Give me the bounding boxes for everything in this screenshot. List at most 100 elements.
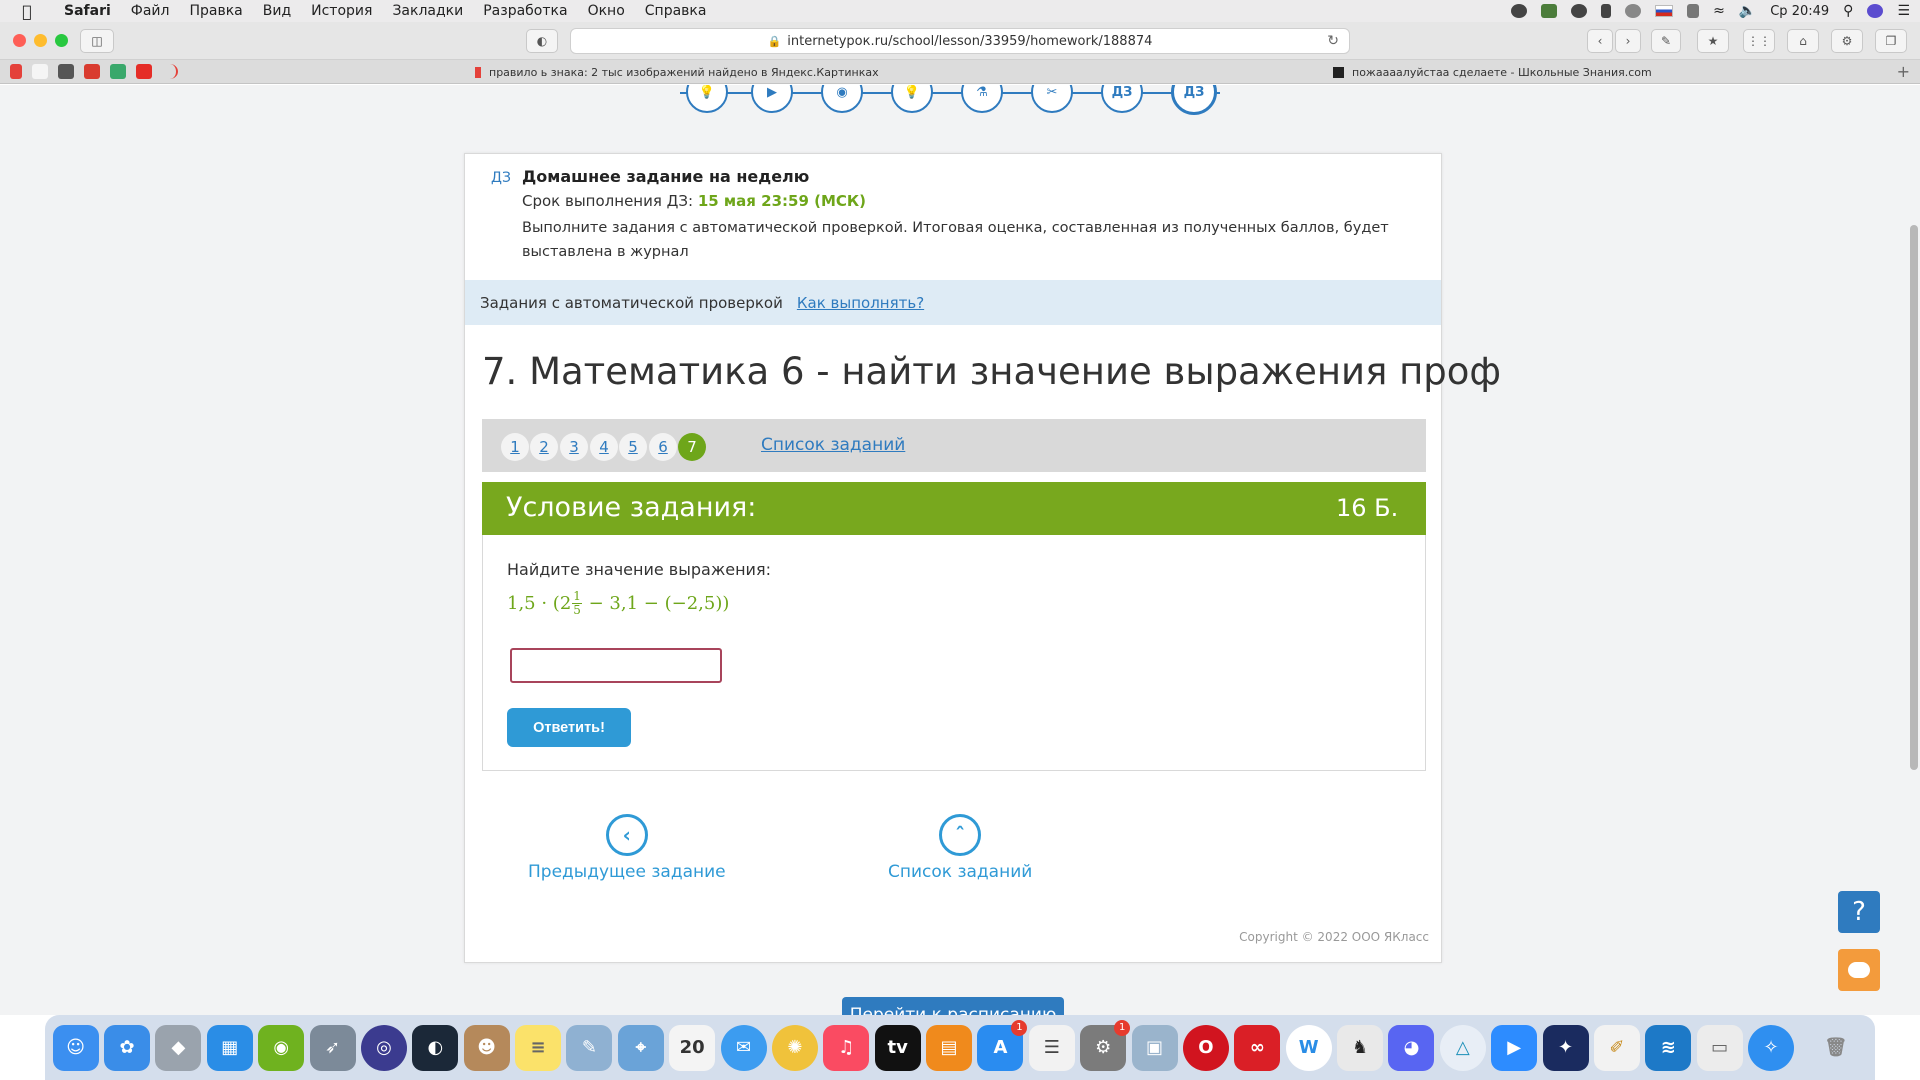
status-app-icon[interactable] (1511, 4, 1528, 18)
menu-window[interactable]: Окно (578, 3, 635, 19)
roblox-favorite-icon[interactable] (58, 64, 74, 79)
zoom-icon[interactable]: ▶ (1491, 1024, 1538, 1071)
preview-icon[interactable]: ✎ (566, 1024, 613, 1071)
roblox-icon[interactable]: ◆ (155, 1024, 202, 1071)
creative-cloud-icon[interactable]: ∞ (1234, 1024, 1281, 1071)
tab-znania[interactable]: пожаааалуйстаа сделаете - Школьные Знани… (1333, 60, 1652, 84)
reminders-icon[interactable]: ☰ (1028, 1024, 1075, 1071)
opera-icon[interactable]: O (1182, 1024, 1229, 1071)
trash-icon[interactable]: 🗑 (1813, 1025, 1859, 1071)
control-center-icon[interactable]: ☰ (1897, 3, 1910, 19)
minimize-window-icon[interactable] (34, 34, 47, 47)
wave-app-icon[interactable]: ≋ (1645, 1024, 1692, 1071)
previous-task-link[interactable]: ‹ Предыдущее задание (528, 814, 726, 882)
docs-favorite-icon[interactable] (110, 64, 126, 79)
arc-favorite-icon[interactable] (162, 64, 178, 79)
apple-menu-icon[interactable]:  (0, 2, 54, 21)
alpaca-app-icon[interactable]: ♞ (1337, 1024, 1384, 1071)
gmail-favorite-icon[interactable] (84, 64, 100, 79)
address-bar[interactable]: 🔒 internetурок.ru/school/lesson/33959/ho… (570, 28, 1350, 54)
status-sync-icon[interactable] (1541, 4, 1558, 18)
notes-icon[interactable]: ≡ (515, 1024, 562, 1071)
game-app-icon[interactable]: ✦ (1542, 1024, 1589, 1071)
task-nav-2[interactable]: 2 (530, 433, 558, 461)
yandex-favorite-icon[interactable] (10, 64, 22, 79)
miro-icon[interactable]: ✿ (104, 1024, 151, 1071)
spotlight-search-icon[interactable]: ⚲ (1843, 3, 1853, 19)
settings-gear-icon[interactable]: ⚙ (1831, 29, 1863, 53)
stepper-homework-2-active[interactable]: ДЗ (1171, 85, 1217, 115)
apple-tv-icon[interactable]: tv (874, 1024, 921, 1071)
stepper-video-icon[interactable]: ▶ (751, 85, 793, 113)
page-scrollbar[interactable] (1910, 225, 1918, 770)
droplet-app-icon[interactable]: △ (1439, 1024, 1486, 1071)
bluetooth-icon[interactable] (1687, 4, 1700, 18)
menu-bookmarks[interactable]: Закладки (382, 3, 473, 19)
tabs-overview-icon[interactable]: ❐ (1875, 29, 1907, 53)
siri-icon[interactable] (1867, 4, 1884, 18)
home-icon[interactable]: ⌂ (1787, 29, 1819, 53)
menu-app-name[interactable]: Safari (54, 3, 121, 19)
system-preferences-icon[interactable]: ⚙ 1 (1080, 1019, 1131, 1071)
keyboard-layout-flag-icon[interactable] (1655, 5, 1674, 17)
menu-file[interactable]: Файл (121, 3, 180, 19)
how-to-complete-link[interactable]: Как выполнять? (797, 294, 924, 312)
app-store-icon[interactable]: A1 (977, 1019, 1028, 1071)
stepper-tools-icon[interactable]: ✂ (1031, 85, 1073, 113)
wifi-icon[interactable]: ≈ (1713, 3, 1725, 19)
go-to-schedule-button[interactable]: Перейти к расписанию (842, 997, 1064, 1015)
word-app-icon[interactable]: W (1285, 1024, 1332, 1071)
volume-icon[interactable]: 🔈 (1739, 3, 1756, 19)
menu-view[interactable]: Вид (253, 3, 301, 19)
back-icon[interactable]: ‹ (1587, 29, 1613, 53)
menu-edit[interactable]: Правка (179, 3, 252, 19)
menu-help[interactable]: Справка (635, 3, 717, 19)
maps-icon[interactable]: ⌖ (617, 1024, 664, 1071)
privacy-shield-icon[interactable]: ◐ (526, 29, 558, 53)
menu-history[interactable]: История (301, 3, 382, 19)
new-tab-plus-icon[interactable]: + (1897, 62, 1910, 81)
reload-icon[interactable]: ↻ (1327, 33, 1339, 49)
finder-icon[interactable]: ☺ (52, 1024, 99, 1071)
image-capture-icon[interactable]: ▣ (1131, 1024, 1178, 1071)
forward-icon[interactable]: › (1615, 29, 1641, 53)
music-icon[interactable]: ♫ (823, 1024, 870, 1071)
sidebar-toggle-icon[interactable]: ◫ (80, 29, 114, 53)
contacts-icon[interactable]: ☻ (463, 1024, 510, 1071)
zoom-window-icon[interactable] (55, 34, 68, 47)
menu-clock[interactable]: Ср 20:49 (1770, 4, 1829, 19)
task-nav-3[interactable]: 3 (560, 433, 588, 461)
siri-dock-icon[interactable]: ◎ (360, 1024, 407, 1071)
task-nav-1[interactable]: 1 (501, 433, 529, 461)
status-tool-icon[interactable] (1601, 4, 1612, 18)
task-nav-6[interactable]: 6 (649, 433, 677, 461)
task-list-bottom-link[interactable]: ˆ Список заданий (888, 814, 1032, 882)
task-nav-7-active[interactable]: 7 (678, 433, 706, 461)
stepper-homework-1[interactable]: ДЗ (1101, 85, 1143, 113)
messages-icon[interactable]: ✉ (720, 1024, 767, 1071)
stepper-theory-icon[interactable]: 💡 (686, 85, 728, 113)
textedit-icon[interactable]: ▭ (1696, 1024, 1743, 1071)
status-creative-icon[interactable] (1571, 4, 1588, 18)
answer-input[interactable] (510, 648, 722, 683)
chat-bubble-icon[interactable] (1838, 949, 1880, 991)
grid-icon[interactable]: ⋮⋮ (1743, 29, 1775, 53)
safari-icon[interactable]: ✧ (1748, 1024, 1795, 1071)
reader-icon[interactable]: ✎ (1651, 29, 1681, 53)
task-nav-4[interactable]: 4 (590, 433, 618, 461)
task-list-link[interactable]: Список заданий (761, 435, 905, 455)
help-question-icon[interactable]: ? (1838, 891, 1880, 933)
calendar-icon[interactable]: 20 (669, 1024, 716, 1071)
youtube-favorite-icon[interactable] (136, 64, 152, 79)
photos-icon[interactable]: ✺ (771, 1024, 818, 1071)
tab-yandex-images[interactable]: правило ь знака: 2 тыс изображений найде… (475, 60, 879, 84)
windows-app-icon[interactable]: ▦ (206, 1024, 253, 1071)
task-nav-5[interactable]: 5 (619, 433, 647, 461)
discord-icon[interactable]: ◕ (1388, 1024, 1435, 1071)
nvidia-icon[interactable]: ◉ (258, 1024, 305, 1071)
stepper-webinar-icon[interactable]: ◉ (821, 85, 863, 113)
submit-answer-button[interactable]: Ответить! (507, 708, 631, 747)
launchpad-icon[interactable]: ➶ (309, 1024, 356, 1071)
bookmark-star-icon[interactable]: ★ (1697, 29, 1729, 53)
pages-icon[interactable]: ✐ (1593, 1024, 1640, 1071)
